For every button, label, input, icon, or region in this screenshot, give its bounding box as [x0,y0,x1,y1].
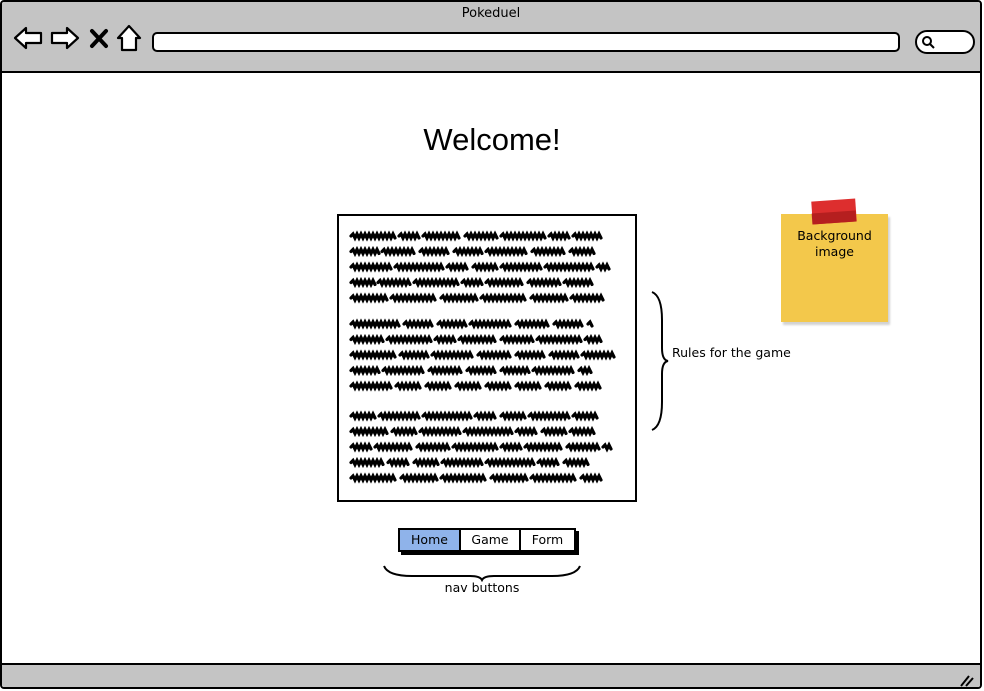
scribble-line [349,380,602,392]
rules-annotation: Rules for the game [672,345,791,360]
scribble-line [349,425,596,438]
scribble-line [349,472,603,484]
browser-window: Pokeduel Welcome! Rules for the game Bac… [0,0,982,689]
rules-text-block [337,214,637,502]
placeholder-text-scribbles [349,230,616,484]
scribble-line [349,456,590,469]
title-bar: Pokeduel [2,2,980,73]
scribble-line [349,349,616,361]
nav-annotation: nav buttons [444,580,520,595]
scribble-line [349,364,593,377]
search-field[interactable] [915,30,975,54]
scribble-line [349,333,603,346]
scribble-line [349,318,594,330]
nav-form-button[interactable]: Form [521,530,574,550]
status-bar [2,663,980,687]
scribble-line [349,292,605,304]
window-title: Pokeduel [461,6,521,21]
nav-button-group: Home Game Form [398,528,576,552]
scribble-line [349,230,603,242]
search-icon [922,36,935,49]
scribble-line [349,441,613,453]
scribble-line [349,276,594,289]
page-title: Welcome! [423,122,561,157]
back-arrow-icon[interactable] [12,22,44,54]
nav-game-button[interactable]: Game [461,530,521,550]
nav-home-button[interactable]: Home [400,530,461,550]
rules-brace [651,291,669,431]
address-bar[interactable] [152,32,900,52]
scribble-line [349,410,599,422]
scribble-line [349,245,596,258]
home-icon[interactable] [115,22,143,54]
resize-handle-icon[interactable] [958,673,974,687]
nav-brace [383,565,581,582]
scribble-line [349,261,611,273]
close-x-icon[interactable] [86,22,112,54]
forward-arrow-icon[interactable] [49,22,81,54]
sticky-note-text: Background image [797,228,872,259]
